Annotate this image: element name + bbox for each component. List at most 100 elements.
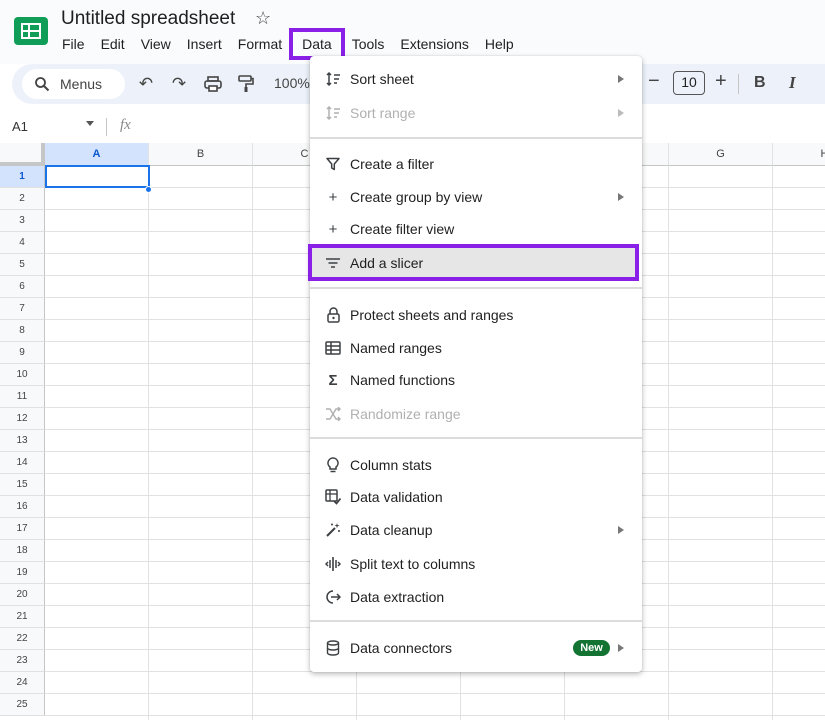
filter-icon <box>325 156 341 172</box>
menu-item-data-cleanup[interactable]: Data cleanup <box>310 515 642 545</box>
row-header-16[interactable]: 16 <box>0 496 45 518</box>
menu-item-create-group-by-view[interactable]: + Create group by view <box>310 182 642 212</box>
menu-item-data-connectors[interactable]: Data connectors New <box>310 633 642 663</box>
column-header-h[interactable]: H <box>773 143 825 166</box>
row-header-14[interactable]: 14 <box>0 452 45 474</box>
menu-extensions[interactable]: Extensions <box>392 33 476 55</box>
row-header-24[interactable]: 24 <box>0 672 45 694</box>
menu-item-randomize-range: Randomize range <box>310 399 642 429</box>
menu-item-add-slicer[interactable]: Add a slicer <box>308 244 639 281</box>
menu-item-data-extraction[interactable]: Data extraction <box>310 582 642 612</box>
row-header-20[interactable]: 20 <box>0 584 45 606</box>
row-header-7[interactable]: 7 <box>0 298 45 320</box>
row-header-9[interactable]: 9 <box>0 342 45 364</box>
more-toolbar-icon[interactable]: ⋮ <box>818 72 825 93</box>
column-header-a[interactable]: A <box>45 143 149 166</box>
row-header-5[interactable]: 5 <box>0 254 45 276</box>
submenu-arrow-icon <box>618 526 624 534</box>
create-group-by-view-label: Create group by view <box>350 189 483 205</box>
menu-item-protect-sheets[interactable]: Protect sheets and ranges <box>310 300 642 330</box>
menu-item-create-filter[interactable]: Create a filter <box>310 149 642 179</box>
row-header-18[interactable]: 18 <box>0 540 45 562</box>
redo-icon[interactable]: ↷ <box>169 74 189 94</box>
menu-file[interactable]: File <box>54 33 93 55</box>
column-stats-label: Column stats <box>350 457 432 473</box>
row-header-1[interactable]: 1 <box>0 166 45 188</box>
menu-insert[interactable]: Insert <box>179 33 230 55</box>
menu-item-named-functions[interactable]: Σ Named functions <box>310 365 642 395</box>
name-box[interactable]: A1 <box>12 119 28 134</box>
row-header-12[interactable]: 12 <box>0 408 45 430</box>
menu-tools[interactable]: Tools <box>344 33 393 55</box>
menu-view[interactable]: View <box>133 33 179 55</box>
row-header-19[interactable]: 19 <box>0 562 45 584</box>
split-columns-icon <box>325 556 341 572</box>
bold-button[interactable]: B <box>754 74 766 92</box>
menus-label: Menus <box>60 76 103 92</box>
toolbar-divider <box>738 74 739 94</box>
row-header-6[interactable]: 6 <box>0 276 45 298</box>
menu-edit[interactable]: Edit <box>93 33 133 55</box>
row-header-17[interactable]: 17 <box>0 518 45 540</box>
column-header-b[interactable]: B <box>149 143 253 166</box>
data-validation-icon <box>325 489 341 505</box>
fx-icon: fx <box>120 117 131 133</box>
lock-icon <box>325 307 341 323</box>
document-title[interactable]: Untitled spreadsheet <box>61 8 235 30</box>
data-extraction-label: Data extraction <box>350 589 445 605</box>
column-header-g[interactable]: G <box>669 143 773 166</box>
named-ranges-icon <box>325 340 341 356</box>
menus-search-button[interactable]: Menus <box>22 69 125 99</box>
increase-font-size-button[interactable]: + <box>715 70 727 93</box>
row-header-22[interactable]: 22 <box>0 628 45 650</box>
sheets-logo-icon[interactable] <box>14 17 48 45</box>
fill-handle[interactable] <box>145 186 152 193</box>
print-icon[interactable] <box>203 74 223 94</box>
paint-format-icon[interactable] <box>236 74 256 94</box>
menu-format[interactable]: Format <box>230 33 290 55</box>
active-cell-a1[interactable] <box>45 165 150 188</box>
menu-item-split-text[interactable]: Split text to columns <box>310 549 642 579</box>
row-header-4[interactable]: 4 <box>0 232 45 254</box>
magic-wand-icon <box>325 522 341 538</box>
row-header-8[interactable]: 8 <box>0 320 45 342</box>
submenu-arrow-icon <box>618 193 624 201</box>
row-header-15[interactable]: 15 <box>0 474 45 496</box>
sort-range-label: Sort range <box>350 105 416 121</box>
shuffle-icon <box>325 406 341 422</box>
named-functions-label: Named functions <box>350 372 456 388</box>
star-icon[interactable]: ☆ <box>255 8 271 29</box>
zoom-select[interactable]: 100% <box>274 75 310 91</box>
add-slicer-label: Add a slicer <box>350 254 424 271</box>
row-header-21[interactable]: 21 <box>0 606 45 628</box>
menu-data[interactable]: Data <box>289 28 345 60</box>
italic-button[interactable]: I <box>789 73 796 93</box>
row-header-2[interactable]: 2 <box>0 188 45 210</box>
font-size-input[interactable]: 10 <box>673 71 705 95</box>
select-all-corner[interactable] <box>0 143 45 166</box>
undo-icon[interactable]: ↶ <box>136 74 156 94</box>
create-filter-label: Create a filter <box>350 156 435 172</box>
row-header-25[interactable]: 25 <box>0 694 45 716</box>
menu-item-column-stats[interactable]: Column stats <box>310 450 642 480</box>
data-menu-dropdown: Sort sheet Sort range Create a filter + … <box>308 56 642 672</box>
app-header: Untitled spreadsheet ☆ File Edit View In… <box>0 0 825 64</box>
menu-item-sort-sheet[interactable]: Sort sheet <box>310 64 642 94</box>
row-header-3[interactable]: 3 <box>0 210 45 232</box>
row-header-23[interactable]: 23 <box>0 650 45 672</box>
menu-item-create-filter-view[interactable]: + Create filter view <box>310 214 642 244</box>
menu-item-named-ranges[interactable]: Named ranges <box>310 333 642 363</box>
row-header-13[interactable]: 13 <box>0 430 45 452</box>
decrease-font-size-button[interactable]: − <box>648 70 660 93</box>
row-header-11[interactable]: 11 <box>0 386 45 408</box>
menu-help[interactable]: Help <box>477 33 522 55</box>
menu-item-data-validation[interactable]: Data validation <box>310 482 642 512</box>
sigma-icon: Σ <box>328 371 338 389</box>
sort-icon <box>325 105 341 121</box>
sort-sheet-label: Sort sheet <box>350 71 414 87</box>
plus-icon: + <box>328 220 338 238</box>
database-icon <box>325 640 341 656</box>
row-header-10[interactable]: 10 <box>0 364 45 386</box>
chevron-down-icon[interactable] <box>86 121 94 126</box>
search-icon <box>35 77 50 92</box>
